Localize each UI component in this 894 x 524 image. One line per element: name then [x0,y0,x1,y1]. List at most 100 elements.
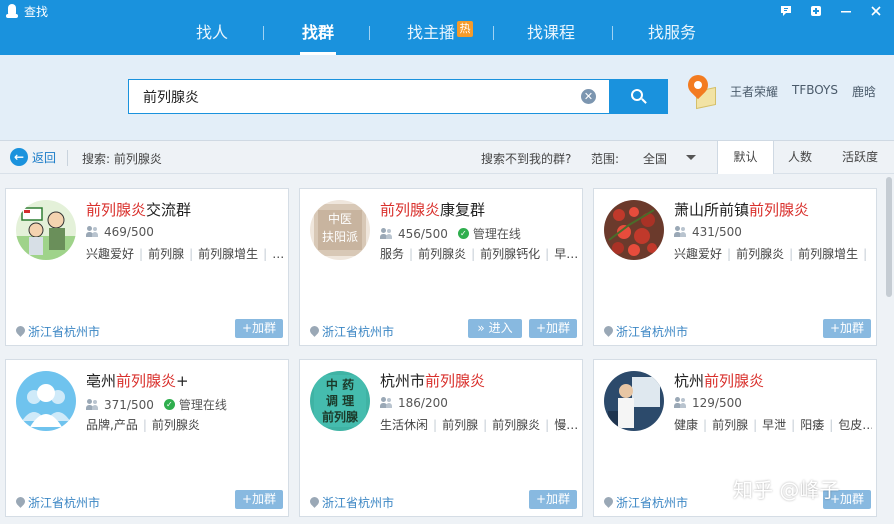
group-name[interactable]: 前列腺炎康复群 [380,199,485,220]
search-input[interactable] [129,80,569,113]
join-group-button[interactable]: +加群 [529,319,577,338]
members-icon [674,397,688,409]
group-avatar [604,371,664,431]
group-meta: 456/500 ✓ 管理在线 [380,225,521,242]
group-location: 浙江省杭州市 [308,494,394,511]
group-card[interactable]: 中医 扶阳派 前列腺炎康复群 456/500 ✓ 管理在线 服务 | 前列腺炎 | 前列… [299,188,583,346]
group-avatar [16,200,76,260]
back-button[interactable]: ← 返回 [10,148,56,166]
members-icon [380,227,394,240]
hot-tag[interactable]: TFBOYS [792,83,838,100]
member-count: 129/500 [692,396,742,410]
sort-tab-activity[interactable]: 活跃度 [826,141,894,174]
search-summary: 搜索: 前列腺炎 [82,152,162,166]
hot-tag[interactable]: 王者荣耀 [730,83,778,100]
tab-find-group[interactable]: 找群 [296,21,340,45]
scroll-thumb[interactable] [886,177,892,297]
admin-online-icon: ✓ [457,228,469,239]
group-location: 浙江省杭州市 [14,494,100,511]
location-map-icon[interactable] [683,70,718,111]
members-icon [86,398,100,411]
not-found-link[interactable]: 搜索不到我的群? [481,150,571,167]
group-avatar [604,200,664,260]
group-meta: 371/500 ✓ 管理在线 [86,396,227,413]
default-group-avatar-icon [16,371,76,431]
member-count: 431/500 [692,225,742,239]
back-arrow-icon: ← [10,148,28,166]
header-bar: 查找 找人 找群 找主播热 找课程 找服务 [0,0,894,55]
group-name[interactable]: 萧山所前镇前列腺炎 [674,199,809,220]
tab-find-service[interactable]: 找服务 [644,21,700,45]
divider [67,150,68,166]
group-name[interactable]: 杭州前列腺炎 [674,370,764,391]
search-box: ✕ [128,79,610,114]
group-card[interactable]: 前列腺炎交流群 469/500 兴趣爱好 | 前列腺 | 前列腺增生 |… 浙江省杭州市 … [5,188,289,346]
nav-divider [369,26,370,40]
main-nav: 找人 找群 找主播热 找课程 找服务 [0,14,894,52]
location-pin-icon [14,495,27,508]
hot-tag[interactable]: 鹿晗 [852,83,876,100]
hot-search-tags: 王者荣耀 TFBOYS 鹿晗 [730,83,876,100]
enter-group-button[interactable]: » 进入 [468,319,522,338]
group-meta: 129/500 [674,396,742,410]
join-group-button[interactable]: +加群 [823,319,871,338]
filter-bar: ← 返回 搜索: 前列腺炎 搜索不到我的群? 范围: 全国 默认 人数 活跃度 [0,140,894,174]
tab-find-course[interactable]: 找课程 [523,21,579,45]
group-results: 前列腺炎交流群 469/500 兴趣爱好 | 前列腺 | 前列腺增生 |… 浙江省杭州市 … [0,175,894,524]
admin-online-icon: ✓ [163,399,175,410]
group-location: 浙江省杭州市 [14,323,100,340]
avatar-text: 扶阳派 [321,230,358,244]
group-name[interactable]: 杭州市前列腺炎 [380,370,485,391]
group-location: 浙江省杭州市 [308,323,394,340]
nav-divider [493,26,494,40]
group-card[interactable]: 亳州前列腺炎+ 371/500 ✓ 管理在线 品牌,产品 | 前列腺炎 浙江省杭州市… [5,359,289,517]
join-group-button[interactable]: +加群 [235,490,283,509]
member-count: 371/500 [104,397,154,412]
group-tags: 服务 | 前列腺炎 | 前列腺钙化 | 早… [380,247,578,261]
admin-online-label: 管理在线 [472,227,521,241]
location-pin-icon [308,495,321,508]
group-tags: 健康 | 前列腺 | 早泄 | 阳痿 | 包皮… [674,418,872,432]
vertical-scrollbar[interactable] [884,175,894,524]
location-pin-icon [308,324,321,337]
group-card[interactable]: 中 药 调 理 前列腺 杭州市前列腺炎 186/200 生活休闲 | 前列腺 | 前列腺… [299,359,583,517]
members-icon [380,397,394,409]
find-window: 查找 找人 找群 找主播热 找课程 找服务 前列腺炎 ✕ 王者荣耀 TFBOYS… [0,0,894,524]
group-avatar: 中 药 调 理 前列腺 [310,371,370,431]
watermark: 知乎 @峰子 [733,478,840,502]
member-count: 456/500 [398,226,448,241]
back-label: 返回 [32,150,57,165]
member-count: 186/200 [398,396,448,410]
location-pin-icon [602,324,615,337]
search-button[interactable] [609,79,668,114]
members-icon [86,226,100,238]
admin-online-label: 管理在线 [178,398,227,412]
location-pin-icon [602,495,615,508]
sort-tab-members[interactable]: 人数 [774,141,826,174]
group-name[interactable]: 亳州前列腺炎+ [86,370,189,391]
tab-find-people[interactable]: 找人 [190,21,234,45]
nav-divider [263,26,264,40]
group-avatar: 中医 扶阳派 [310,200,370,260]
sort-tab-default[interactable]: 默认 [717,141,774,174]
tab-find-streamer[interactable]: 找主播热 [402,21,478,45]
join-group-button[interactable]: +加群 [529,490,577,509]
group-tags: 品牌,产品 | 前列腺炎 [86,418,200,432]
members-icon [674,226,688,238]
group-card[interactable]: 萧山所前镇前列腺炎 431/500 兴趣爱好|前列腺炎|前列腺增生|… 浙江省杭… [593,188,877,346]
join-group-button[interactable]: +加群 [235,319,283,338]
avatar-text: 中医 [327,212,352,226]
group-meta: 186/200 [380,396,448,410]
search-area: ✕ 王者荣耀 TFBOYS 鹿晗 [0,55,894,140]
group-name[interactable]: 前列腺炎交流群 [86,199,191,220]
group-meta: 431/500 [674,225,742,239]
group-tags: 兴趣爱好|前列腺炎|前列腺增生|… [674,247,868,261]
group-location: 浙江省杭州市 [602,323,688,340]
group-meta: 469/500 [86,225,154,239]
clear-icon[interactable]: ✕ [581,89,596,104]
hot-badge: 热 [457,21,473,37]
search-icon [630,88,647,105]
group-location: 浙江省杭州市 [602,494,688,511]
chevron-down-icon[interactable] [686,155,696,160]
group-tags: 生活休闲 | 前列腺 | 前列腺炎 | 慢… [380,418,578,432]
